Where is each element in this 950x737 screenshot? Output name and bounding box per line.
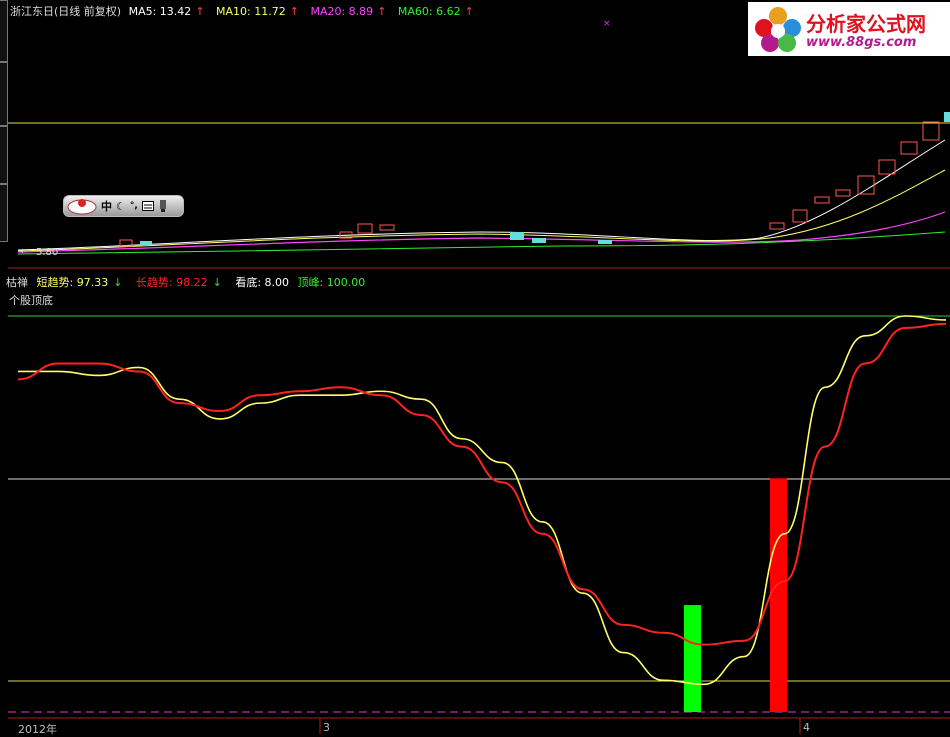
buy-signal-bar [684, 605, 701, 712]
ma20-value: MA20: 8.89 ↑ [310, 5, 390, 18]
short-trend-value: 短趋势: 97.33 ↓ [37, 276, 128, 289]
logo-url: www.88gs.com [806, 35, 917, 50]
ma20-text: MA20: 8.89 [310, 5, 374, 18]
site-logo: 分析家公式网 www.88gs.com [748, 2, 950, 56]
candle [792, 209, 808, 223]
chart-canvas: ← 5.80 × [8, 19, 950, 734]
candle [357, 223, 373, 234]
ma5-text: MA5: 13.42 [128, 5, 192, 18]
main-chart-header: 浙江东日(日线 前复权) MA5: 13.42 ↑ MA10: 11.72 ↑ MA… [10, 3, 482, 18]
tool-icon[interactable] [158, 199, 168, 213]
up-arrow-icon: ↑ [464, 5, 474, 18]
candle [878, 159, 896, 175]
short-trend-text: 短趋势: 97.33 [36, 276, 109, 289]
indicator-header: 枯禅 短趋势: 97.33 ↓ 长趋势: 98.22 ↓ 看底: 8.00 顶峰: … [6, 274, 370, 290]
flower-logo-icon [755, 7, 801, 52]
punct-icon[interactable]: °, [130, 201, 138, 211]
down-arrow-icon: ↓ [212, 276, 222, 289]
up-arrow-icon: ↑ [289, 5, 299, 18]
candle [857, 175, 875, 195]
ma5-value: MA5: 13.42 ↑ [129, 5, 209, 18]
up-arrow-icon: ↑ [195, 5, 205, 18]
ime-mode-label[interactable]: 中 [101, 198, 112, 214]
bottom-value: 看底: 8.00 [235, 276, 290, 289]
candle [598, 240, 612, 244]
ma10-text: MA10: 11.72 [216, 5, 286, 18]
candle [944, 112, 950, 122]
price-min-marker: ← [20, 246, 28, 257]
candle [510, 232, 524, 240]
stock-title[interactable]: 浙江东日(日线 前复权) [10, 5, 121, 18]
price-min-label: 5.80 [36, 247, 58, 258]
month-label-3: 3 [323, 721, 330, 734]
indicator-name: 枯禅 [6, 276, 28, 289]
top-marker: × [603, 19, 611, 29]
long-trend-line [17, 322, 947, 646]
candle [900, 141, 918, 155]
sell-signal-bar [770, 478, 787, 712]
candle [835, 189, 851, 197]
month-label-4: 4 [803, 721, 810, 734]
long-trend-value: 长趋势: 98.22 ↓ [136, 276, 227, 289]
long-trend-text: 长趋势: 98.22 [135, 276, 208, 289]
ma60-value: MA60: 6.62 ↑ [398, 5, 478, 18]
ma60-text: MA60: 6.62 [397, 5, 461, 18]
candle [379, 224, 395, 231]
ma10-value: MA10: 11.72 ↑ [216, 5, 303, 18]
candle [814, 196, 830, 204]
top-value: 顶峰: 100.00 [297, 276, 366, 289]
up-arrow-icon: ↑ [377, 5, 387, 18]
moon-icon[interactable]: ☾ [116, 200, 126, 213]
candle [532, 238, 546, 243]
keyboard-icon[interactable] [141, 201, 154, 211]
down-arrow-icon: ↓ [113, 276, 123, 289]
indicator-title: 个股顶底 [9, 294, 53, 307]
ime-logo-icon[interactable] [67, 197, 97, 215]
logo-text: 分析家公式网 [806, 12, 926, 36]
candle [140, 241, 152, 245]
ma60-line [17, 231, 946, 255]
ime-toolbar[interactable]: 中 ☾ °, [63, 195, 184, 217]
year-label: 2012年 [18, 723, 57, 736]
candle [922, 121, 940, 141]
candle [769, 222, 785, 230]
